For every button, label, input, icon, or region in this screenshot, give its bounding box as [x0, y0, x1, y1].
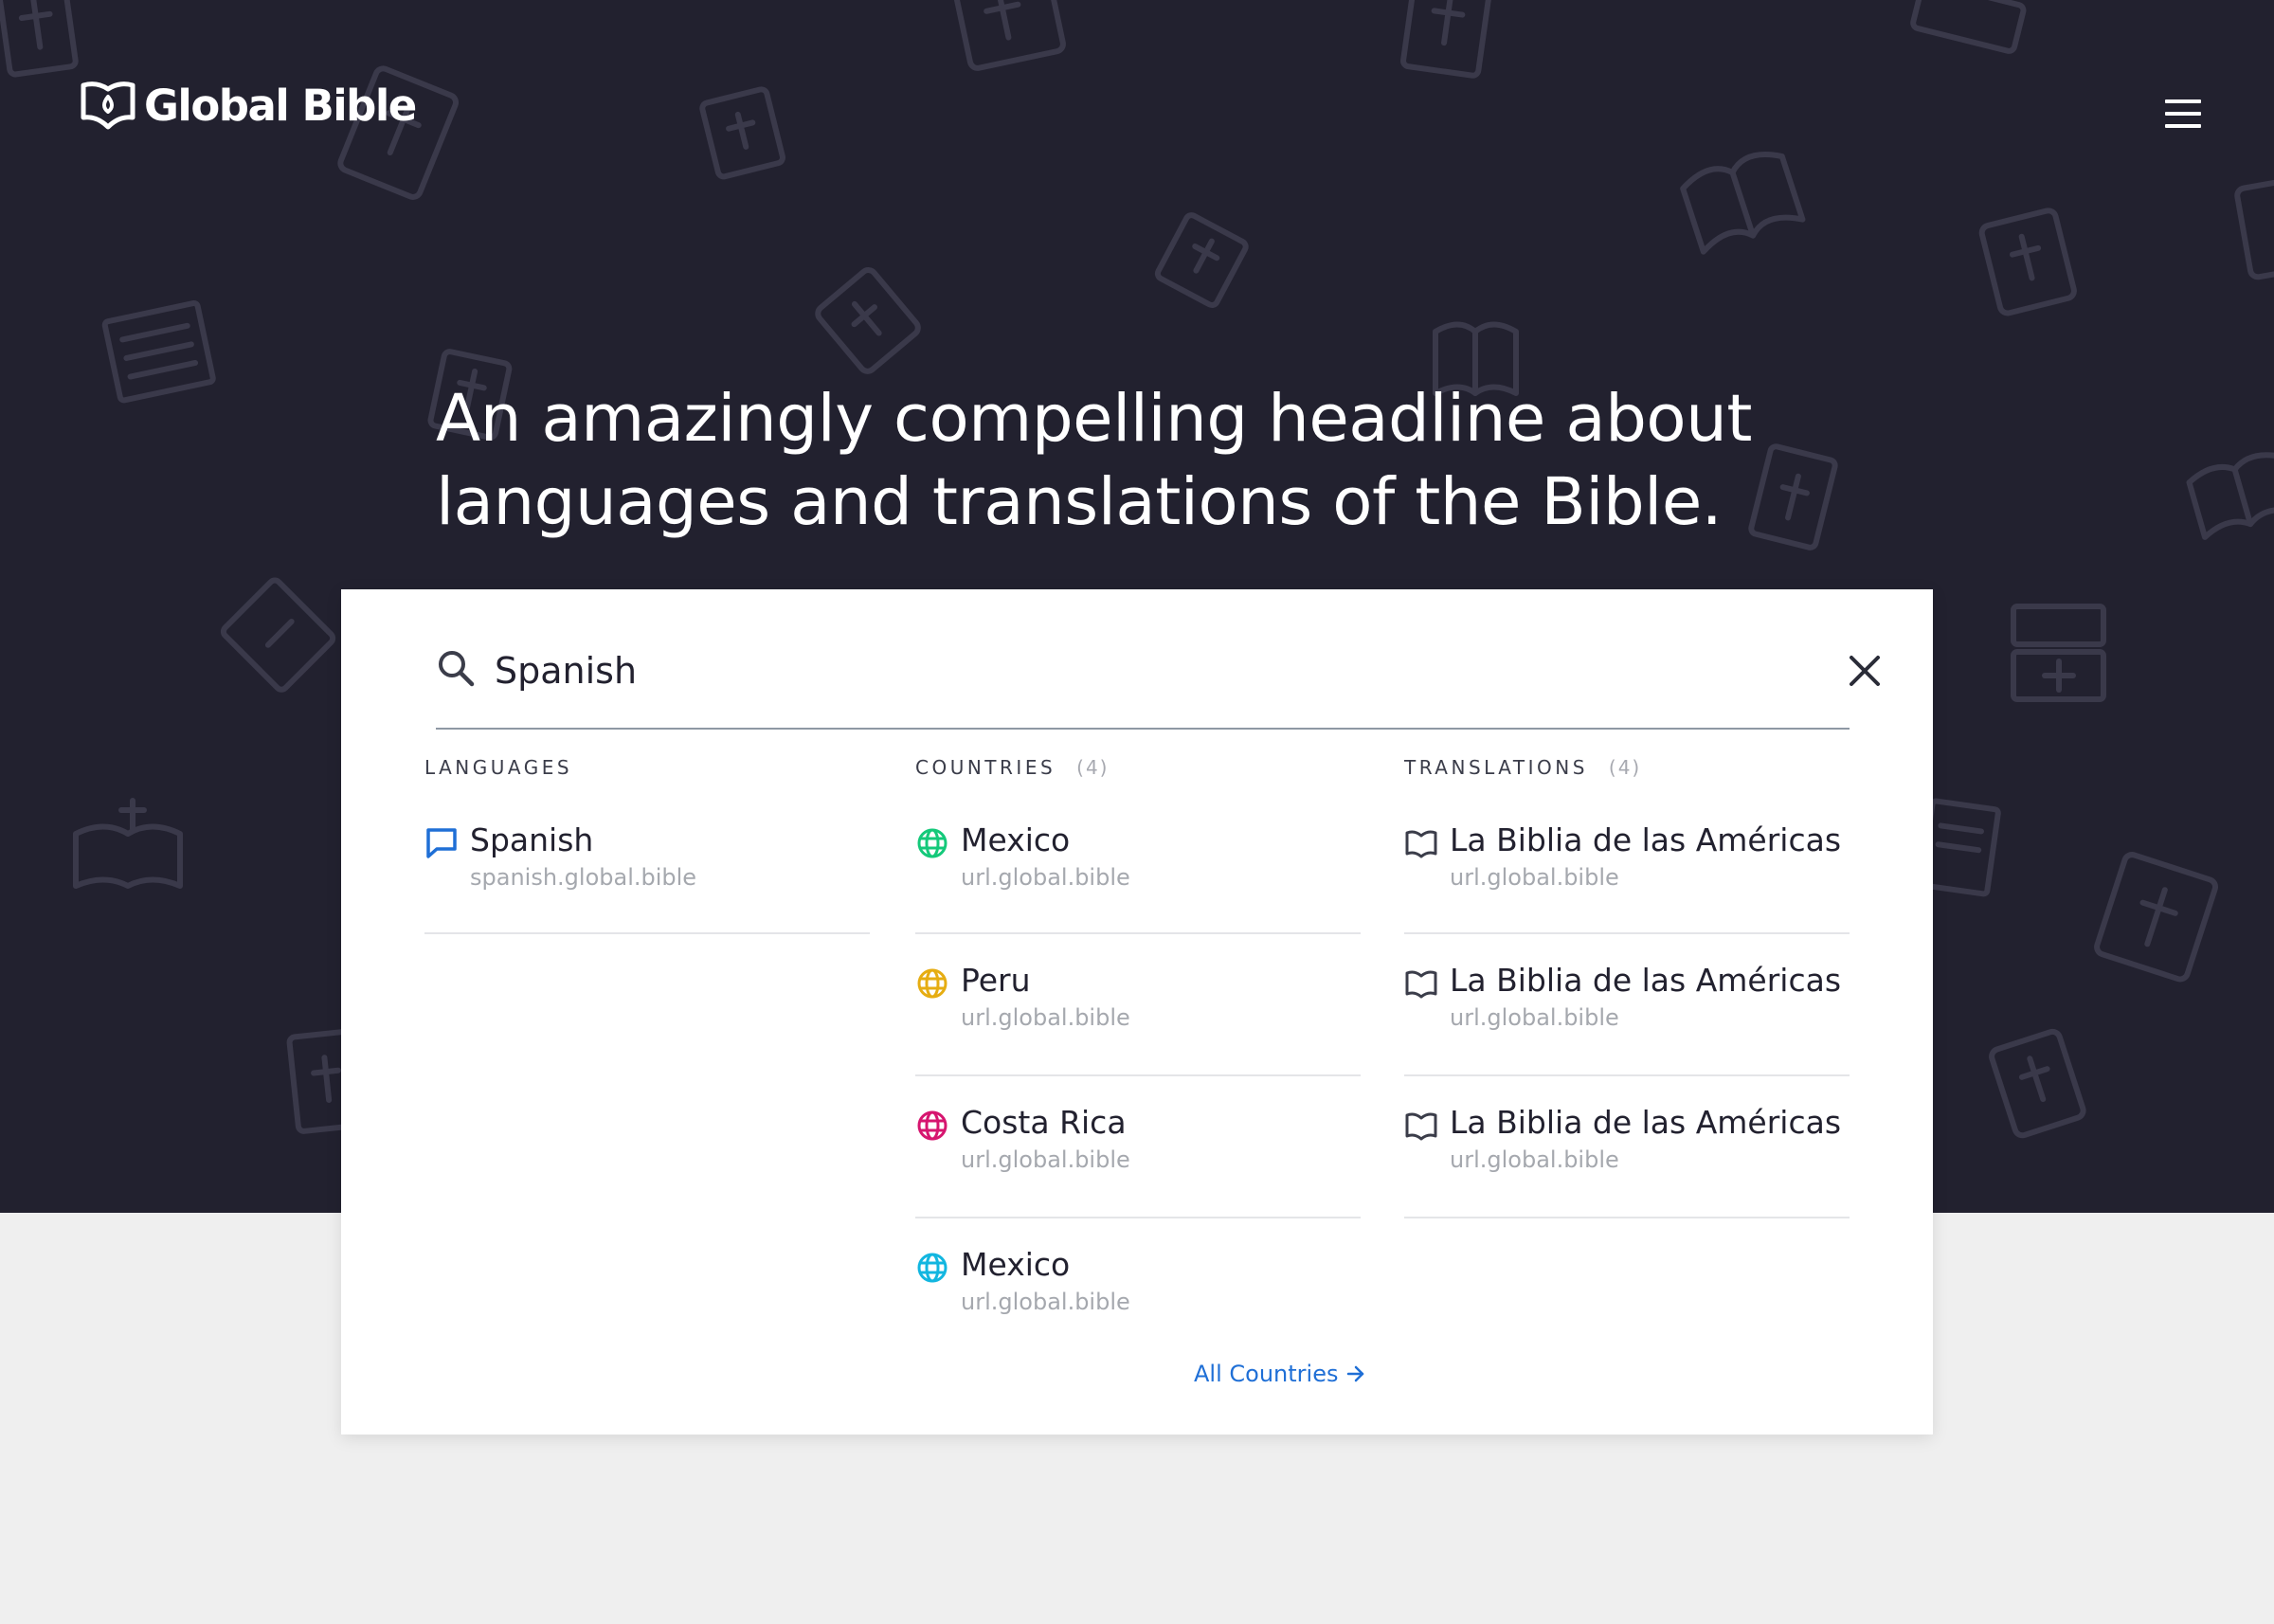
translation-url: url.global.bible: [1450, 864, 1619, 891]
languages-column: Languages Spanish spanish.global.bible: [424, 756, 870, 934]
countries-header: Countries (4): [915, 756, 1361, 785]
bible-icon: [1989, 1028, 2086, 1139]
menu-bar: [2165, 99, 2201, 103]
search-bar: [436, 612, 1880, 730]
translation-title: La Biblia de las Américas: [1450, 962, 1842, 999]
languages-list: Spanish spanish.global.bible: [424, 819, 870, 934]
bible-icon: [220, 577, 336, 693]
open-book-icon: [81, 81, 135, 130]
countries-list: Mexico url.global.bible Peru url.global.…: [915, 819, 1361, 1361]
hamburger-menu-icon[interactable]: [2162, 97, 2204, 131]
headline-line-2: languages and translations of the Bible.: [436, 464, 1723, 540]
open-book-icon: [1405, 830, 1437, 858]
language-result[interactable]: Spanish spanish.global.bible: [424, 819, 870, 934]
translation-result[interactable]: La Biblia de las Américas url.global.bib…: [1404, 819, 1850, 934]
hero-headline: An amazingly compelling headline about l…: [436, 377, 1857, 544]
speech-bubble-icon: [426, 828, 457, 858]
globe-icon: [917, 828, 948, 858]
translations-header-label: Translations: [1404, 756, 1588, 779]
country-url: url.global.bible: [961, 1146, 1130, 1173]
translations-count: (4): [1608, 756, 1642, 779]
open-bible-icon: [2186, 452, 2274, 540]
search-card: Languages Spanish spanish.global.bible C…: [341, 589, 1933, 1435]
logo-text: Global Bible: [144, 80, 417, 131]
translation-url: url.global.bible: [1450, 1146, 1619, 1173]
country-result[interactable]: Mexico url.global.bible: [915, 819, 1361, 934]
bible-icon: [699, 86, 786, 180]
globe-icon: [917, 1110, 948, 1141]
arrow-right-icon: [1347, 1365, 1364, 1382]
logo[interactable]: Global Bible: [80, 78, 417, 133]
globe-icon: [917, 1253, 948, 1283]
all-countries-label: All Countries: [1194, 1361, 1339, 1387]
open-book-icon: [1405, 1112, 1437, 1141]
country-title: Mexico: [961, 821, 1071, 858]
languages-header-label: Languages: [424, 756, 573, 779]
search-icon: [439, 651, 475, 687]
bible-icon: [1400, 0, 1493, 79]
country-url: url.global.bible: [961, 1289, 1130, 1315]
menu-bar: [2165, 124, 2201, 128]
close-icon[interactable]: [1846, 652, 1884, 690]
chest-icon: [2011, 604, 2106, 702]
bible-icon: [1154, 212, 1249, 308]
language-url: spanish.global.bible: [470, 864, 697, 891]
bible-icon: [1910, 0, 2027, 54]
bible-icon: [2234, 174, 2274, 280]
countries-header-label: Countries: [915, 756, 1056, 779]
open-bible-icon: [73, 798, 183, 889]
bible-icon: [1978, 208, 2077, 316]
country-title: Costa Rica: [961, 1104, 1127, 1141]
country-result[interactable]: Peru url.global.bible: [915, 934, 1361, 1076]
translations-list: La Biblia de las Américas url.global.bib…: [1404, 819, 1850, 1218]
country-title: Peru: [961, 962, 1031, 999]
translation-title: La Biblia de las Américas: [1450, 1104, 1842, 1141]
language-title: Spanish: [470, 821, 594, 858]
bible-icon: [951, 0, 1066, 71]
languages-header: Languages: [424, 756, 870, 785]
globe-icon: [917, 968, 948, 999]
translation-url: url.global.bible: [1450, 1004, 1619, 1031]
translation-result[interactable]: La Biblia de las Américas url.global.bib…: [1404, 934, 1850, 1076]
countries-count: (4): [1076, 756, 1110, 779]
open-bible-icon: [1680, 152, 1806, 255]
scroll-icon: [101, 299, 216, 404]
country-result[interactable]: Costa Rica url.global.bible: [915, 1076, 1361, 1218]
country-url: url.global.bible: [961, 864, 1130, 891]
all-countries-link[interactable]: All Countries: [1194, 1361, 1366, 1387]
translation-result[interactable]: La Biblia de las Américas url.global.bib…: [1404, 1076, 1850, 1218]
bible-icon: [2094, 852, 2219, 983]
bible-icon: [815, 267, 921, 374]
country-result[interactable]: Mexico url.global.bible: [915, 1218, 1361, 1361]
menu-bar: [2165, 112, 2201, 116]
headline-line-1: An amazingly compelling headline about: [436, 381, 1752, 457]
bible-icon: [0, 0, 79, 78]
countries-column: Countries (4) Mexico url.global.bible Pe…: [915, 756, 1361, 1361]
translations-column: Translations (4) La Biblia de las Améric…: [1404, 756, 1850, 1218]
search-input[interactable]: [495, 641, 1726, 701]
country-url: url.global.bible: [961, 1004, 1130, 1031]
country-title: Mexico: [961, 1246, 1071, 1283]
translations-header: Translations (4): [1404, 756, 1850, 785]
translation-title: La Biblia de las Américas: [1450, 821, 1842, 858]
open-book-icon: [1405, 970, 1437, 999]
